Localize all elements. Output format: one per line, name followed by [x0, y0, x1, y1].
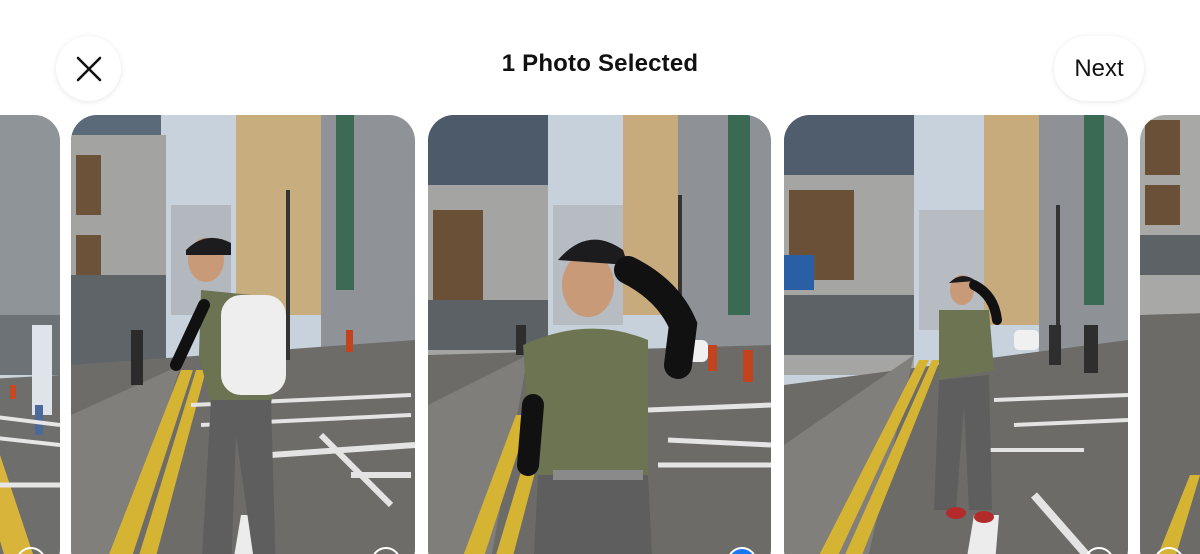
photo-card[interactable]	[784, 115, 1128, 554]
photo-carousel[interactable]	[0, 115, 1200, 554]
photo-card[interactable]	[428, 115, 771, 554]
photo-card[interactable]	[71, 115, 415, 554]
next-button[interactable]: Next	[1054, 36, 1144, 101]
photo-thumbnail	[71, 115, 415, 554]
photo-thumbnail	[428, 115, 771, 554]
top-bar: 1 Photo Selected Next	[0, 0, 1200, 115]
photo-thumbnail	[784, 115, 1128, 554]
photo-thumbnail	[0, 115, 60, 554]
photo-card[interactable]	[0, 115, 60, 554]
page-title: 1 Photo Selected	[501, 50, 699, 77]
photo-card[interactable]	[1140, 115, 1200, 554]
photo-thumbnail	[1140, 115, 1200, 554]
